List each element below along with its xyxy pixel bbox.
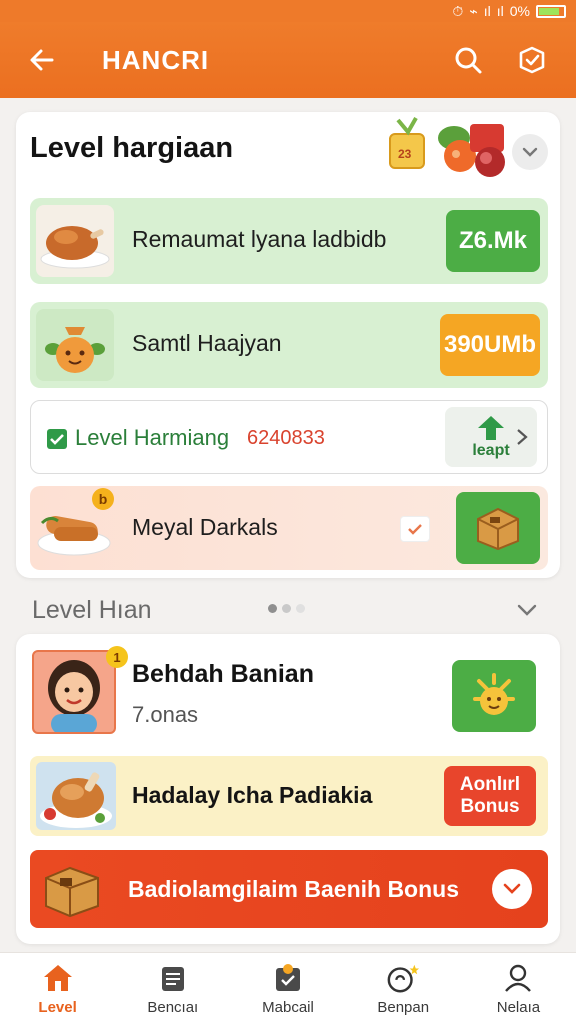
- status-bar: ⏱ ⌁ ıl ıl 0%: [0, 0, 576, 22]
- pager-dot: [268, 604, 277, 613]
- level-row[interactable]: Samtl Haajyan 390UMb: [30, 302, 548, 388]
- money-bag-icon: [45, 327, 105, 373]
- pager-dots: [268, 604, 305, 613]
- reward-title: Behdah Banian: [132, 660, 314, 688]
- reward-subtitle: 7.onas: [132, 702, 199, 727]
- level-row[interactable]: Remaumat lyana ladbidb Z6.Mk: [30, 198, 548, 284]
- clipboard-icon: [161, 967, 184, 991]
- reward-row[interactable]: 1 Behdah Banian 7.onas: [30, 646, 548, 738]
- home-icon: [43, 965, 72, 991]
- nav-label: Nelaıa: [496, 999, 541, 1016]
- nav-item-mabcail[interactable]: Mabcail: [230, 953, 345, 1024]
- cta-chevron-button[interactable]: [492, 869, 532, 909]
- nav-item-benpan[interactable]: Benpan: [346, 953, 461, 1024]
- treasure-box-icon: [477, 507, 519, 551]
- girl-avatar-icon: [48, 660, 100, 732]
- chicken-icon: [40, 226, 110, 269]
- avatar-badge: 1: [106, 646, 128, 668]
- avatar: [32, 650, 116, 734]
- chevron-right-icon: [517, 429, 528, 445]
- money-bag-thumbnail: [36, 309, 114, 381]
- bonus-button[interactable]: Aonlırl Bonus: [444, 766, 536, 826]
- roast-chicken-thumbnail: [36, 205, 114, 277]
- nav-label: Bencıaı: [147, 999, 199, 1016]
- gift-illustration: 23: [389, 117, 505, 177]
- gift-badge-number: 23: [398, 147, 412, 161]
- signal-icon-2: ıl: [496, 3, 504, 19]
- check-icon: [408, 524, 422, 535]
- level-row-label: Samtl Haajyan: [132, 330, 282, 356]
- sun-mascot-icon: [473, 673, 515, 715]
- level-harmiang-row[interactable]: Level Harmiang 6240833 leapt: [30, 400, 548, 474]
- claim-checkbox[interactable]: [400, 516, 430, 542]
- nav-item-bencai[interactable]: Bencıaı: [115, 953, 230, 1024]
- chevron-down-icon[interactable]: [516, 602, 538, 618]
- wifi-icon: ⌁: [469, 2, 478, 19]
- level-row-label: Remaumat lyana ladbidb: [132, 226, 387, 252]
- treasure-box-button[interactable]: [456, 492, 540, 564]
- nav-label: Level: [38, 999, 77, 1016]
- reward-title: Hadalay Icha Padiakia: [132, 782, 373, 808]
- upgrade-arrow-icon: [478, 416, 504, 440]
- arrow-left-icon: [30, 49, 54, 71]
- back-button[interactable]: [22, 40, 62, 80]
- verified-button[interactable]: [512, 40, 552, 80]
- nav-item-level[interactable]: Level: [0, 953, 115, 1024]
- collapse-level-card-button[interactable]: [512, 134, 548, 170]
- section-title: Level Hıan: [32, 596, 152, 624]
- spring-roll-badge: b: [92, 488, 114, 510]
- checkbox-checked-icon[interactable]: [47, 429, 67, 449]
- level-row-value[interactable]: 390UMb: [440, 314, 540, 376]
- page-title: HANCRI: [102, 44, 210, 75]
- search-icon: [455, 47, 482, 74]
- reward-claim-button[interactable]: [452, 660, 536, 732]
- level-card-title: Level hargiaan: [30, 132, 234, 164]
- battery-icon: [536, 4, 566, 18]
- signal-icon: ıl: [483, 3, 491, 19]
- alarm-icon: ⏱: [452, 2, 464, 19]
- chevron-down-icon: [522, 147, 538, 157]
- level-card: Level hargiaan 23 Remaumat lyana ladbidb…: [16, 112, 560, 578]
- nav-label: Benpan: [377, 999, 430, 1016]
- reward-row[interactable]: Hadalay Icha Padiakia Aonlırl Bonus: [30, 756, 548, 836]
- rewards-card: 1 Behdah Banian 7.onas Hadalay Icha Padi…: [16, 634, 560, 944]
- app-bar: HANCRI: [0, 22, 576, 98]
- level-row-value[interactable]: Z6.Mk: [446, 210, 540, 272]
- bottom-nav: Level Bencıaı Mabcail Benpan Nelaıa: [0, 952, 576, 1024]
- claim-bonus-cta[interactable]: Badiolamgilaim Baenih Bonus: [30, 850, 548, 928]
- battery-percentage: 0%: [509, 3, 530, 19]
- leapt-label: leapt: [472, 442, 510, 459]
- level-harmiang-label: Level Harmiang: [75, 425, 230, 450]
- treasure-box-icon: [45, 866, 99, 918]
- level-row-label: Meyal Darkals: [132, 514, 278, 540]
- badge-check-icon: [519, 46, 545, 74]
- level-row[interactable]: b Meyal Darkals: [30, 486, 548, 570]
- profile-icon: [505, 964, 532, 992]
- pager-dot: [282, 604, 291, 613]
- search-button[interactable]: [448, 40, 488, 80]
- task-icon: [276, 964, 300, 991]
- pager-dot: [296, 604, 305, 613]
- roast-chicken-thumbnail: [36, 762, 116, 830]
- claim-bonus-label: Badiolamgilaim Baenih Bonus: [128, 876, 459, 902]
- level-harmiang-value: 6240833: [247, 427, 325, 449]
- nav-label: Mabcail: [262, 999, 314, 1016]
- nav-item-nelaia[interactable]: Nelaıa: [461, 953, 576, 1024]
- coin-star-icon: [387, 964, 420, 993]
- chevron-down-icon: [503, 883, 521, 894]
- chicken-icon: [40, 772, 112, 828]
